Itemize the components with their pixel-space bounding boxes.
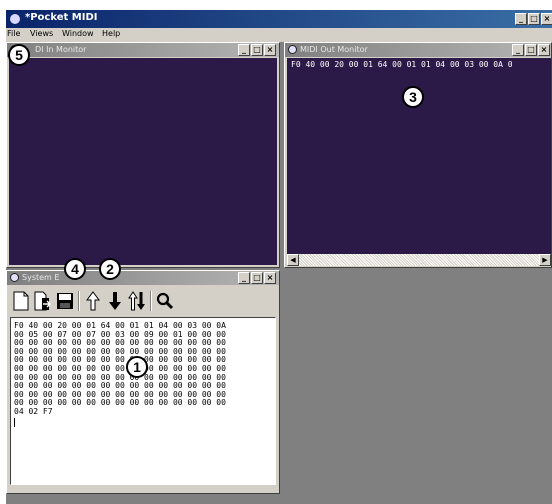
text-caret bbox=[14, 417, 15, 427]
sysex-hex-editor[interactable]: F0 40 00 20 00 01 64 00 01 01 04 00 03 0… bbox=[10, 317, 276, 485]
save-icon[interactable] bbox=[54, 289, 76, 313]
callout-3: 3 bbox=[402, 86, 424, 108]
maximize-button[interactable]: □ bbox=[251, 272, 263, 284]
up-down-arrows-icon[interactable] bbox=[126, 289, 148, 313]
arrow-down-icon[interactable] bbox=[104, 289, 126, 313]
minimize-button[interactable]: _ bbox=[515, 13, 527, 25]
hex-row: 04 02 F7 bbox=[14, 406, 53, 416]
callout-1: 1 bbox=[126, 356, 148, 378]
maximize-button[interactable]: □ bbox=[528, 13, 540, 25]
close-button[interactable]: × bbox=[541, 13, 552, 25]
system-exclusive-window: System E _ □ × F0 40 00 20 00 01 64 00 0… bbox=[6, 270, 280, 494]
midi-out-title-bar[interactable]: MIDI Out Monitor _ □ × bbox=[285, 43, 551, 57]
midi-in-log[interactable] bbox=[9, 58, 277, 265]
midi-out-message: F0 40 00 20 00 01 64 00 01 01 04 00 03 0… bbox=[291, 60, 513, 69]
midi-in-window-controls: _ □ × bbox=[237, 44, 276, 56]
horizontal-scrollbar[interactable]: ◀ ▶ bbox=[287, 254, 551, 266]
midi-out-title: MIDI Out Monitor bbox=[300, 45, 368, 54]
scroll-right-icon[interactable]: ▶ bbox=[539, 254, 551, 266]
minimize-button[interactable]: _ bbox=[512, 44, 524, 56]
close-button[interactable]: × bbox=[264, 44, 276, 56]
maximize-button[interactable]: □ bbox=[525, 44, 537, 56]
window-icon bbox=[10, 273, 19, 282]
callout-4: 4 bbox=[64, 258, 86, 280]
pocket-midi-window: *Pocket MIDI _ □ × File Views Window Hel… bbox=[6, 10, 552, 504]
midi-in-title: DI In Monitor bbox=[35, 45, 87, 54]
menu-views[interactable]: Views bbox=[30, 29, 53, 38]
sysex-toolbar bbox=[10, 287, 176, 315]
minimize-button[interactable]: _ bbox=[238, 272, 250, 284]
search-icon[interactable] bbox=[154, 289, 176, 313]
app-icon bbox=[9, 13, 21, 25]
app-title-bar[interactable]: *Pocket MIDI _ □ × bbox=[6, 10, 552, 28]
menu-bar: File Views Window Help bbox=[6, 28, 552, 42]
close-button[interactable]: × bbox=[538, 44, 550, 56]
sysex-title-bar[interactable]: System E _ □ × bbox=[7, 271, 279, 285]
toolbar-separator bbox=[78, 291, 80, 311]
callout-5: 5 bbox=[8, 44, 30, 66]
midi-out-window-controls: _ □ × bbox=[511, 44, 550, 56]
sysex-window-controls: _ □ × bbox=[237, 272, 276, 284]
maximize-button[interactable]: □ bbox=[251, 44, 263, 56]
open-icon[interactable] bbox=[32, 289, 54, 313]
mdi-client-area: DI In Monitor _ □ × MIDI Out Monitor _ □… bbox=[6, 42, 552, 504]
midi-in-monitor-window: DI In Monitor _ □ × bbox=[6, 42, 280, 268]
sysex-title: System E bbox=[22, 273, 60, 282]
new-icon[interactable] bbox=[10, 289, 32, 313]
toolbar-separator bbox=[150, 291, 152, 311]
callout-2: 2 bbox=[99, 258, 121, 280]
midi-out-monitor-window: MIDI Out Monitor _ □ × F0 40 00 20 00 01… bbox=[284, 42, 552, 268]
midi-in-title-bar[interactable]: DI In Monitor _ □ × bbox=[7, 43, 279, 57]
arrow-up-icon[interactable] bbox=[82, 289, 104, 313]
window-icon bbox=[288, 45, 297, 54]
menu-file[interactable]: File bbox=[7, 29, 20, 38]
close-button[interactable]: × bbox=[264, 272, 276, 284]
menu-help[interactable]: Help bbox=[102, 29, 120, 38]
scroll-left-icon[interactable]: ◀ bbox=[287, 254, 299, 266]
minimize-button[interactable]: _ bbox=[238, 44, 250, 56]
app-title: *Pocket MIDI bbox=[25, 12, 98, 23]
app-window-controls: _ □ × bbox=[514, 13, 552, 25]
menu-window[interactable]: Window bbox=[62, 29, 94, 38]
